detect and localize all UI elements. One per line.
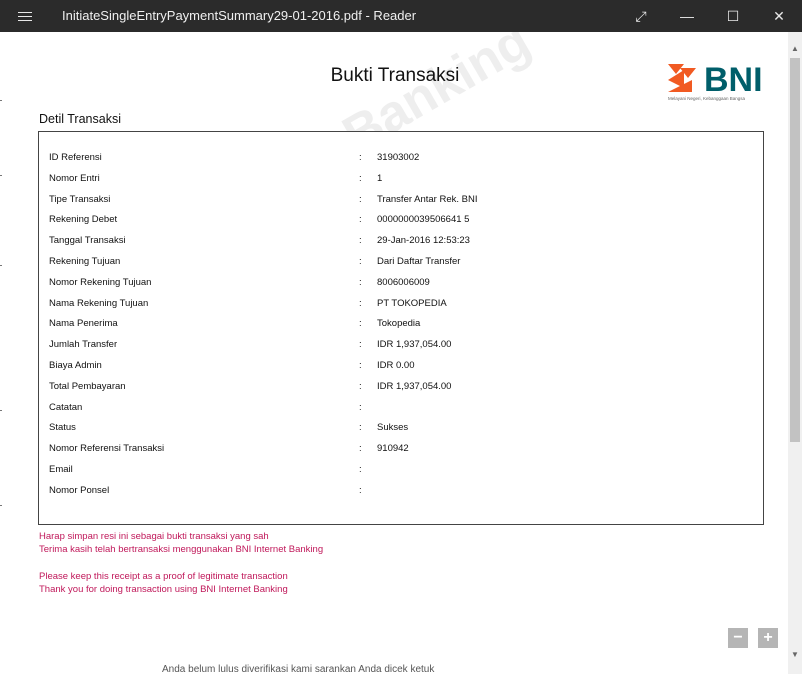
detail-separator: : <box>359 401 362 413</box>
transaction-detail-box: ID Referensi: 31903002 Nomor Entri: 1 Tipe T… <box>38 131 764 525</box>
detail-label: Tanggal Transaksi <box>49 235 126 247</box>
document-page: BNI Internet Banking Bukti Transaksi BNI… <box>2 32 788 674</box>
title-bar: InitiateSingleEntryPaymentSummary29-01-2… <box>0 0 802 32</box>
detail-label: Rekening Debet <box>49 214 118 226</box>
detail-value: 31903002 <box>377 152 420 163</box>
detail-row: Nomor Ponsel: <box>39 485 763 505</box>
detail-row: Tanggal Transaksi: 29-Jan-2016 12:53:23 <box>39 235 763 255</box>
window-title: InitiateSingleEntryPaymentSummary29-01-2… <box>62 8 417 23</box>
detail-separator: : <box>359 152 362 163</box>
detail-label: Status <box>49 422 76 434</box>
detail-label: Email <box>49 464 73 475</box>
detail-separator: : <box>359 380 362 392</box>
detail-row: Nomor Referensi Transaksi: 910942 <box>39 443 763 463</box>
detail-label: Biaya Admin <box>49 360 102 371</box>
detail-separator: : <box>359 256 362 267</box>
detail-separator: : <box>359 318 362 330</box>
detail-value: IDR 0.00 <box>377 360 415 371</box>
detail-value: 1 <box>377 172 383 184</box>
detail-label: Nomor Ponsel <box>49 484 110 496</box>
detail-row: Biaya Admin: IDR 0.00 <box>39 360 763 380</box>
detail-label: Nama Penerima <box>49 318 118 330</box>
detail-label: Nomor Referensi Transaksi <box>49 443 165 455</box>
detail-row: Jumlah Transfer: IDR 1,937,054.00 <box>39 339 763 359</box>
minimize-button[interactable]: — <box>664 0 710 32</box>
detail-separator: : <box>359 276 362 288</box>
notes: Harap simpan resi ini sebagai bukti tran… <box>39 530 323 596</box>
detail-separator: : <box>359 443 362 455</box>
detail-label: Rekening Tujuan <box>49 256 121 267</box>
scroll-up-icon[interactable]: ▲ <box>788 44 802 56</box>
detail-value: IDR 1,937,054.00 <box>377 380 452 392</box>
detail-separator: : <box>359 464 362 475</box>
detail-value: Sukses <box>377 422 409 434</box>
detail-label: Jumlah Transfer <box>49 339 118 351</box>
detail-row: Tipe Transaksi: Transfer Antar Rek. BNI <box>39 194 763 214</box>
detail-separator: : <box>359 297 362 309</box>
logo-mark-icon <box>668 64 696 92</box>
detail-row: Nama Rekening Tujuan: PT TOKOPEDIA <box>39 298 763 318</box>
detail-separator: : <box>359 235 362 247</box>
detail-row: Nomor Rekening Tujuan: 8006006009 <box>39 277 763 297</box>
detail-value: 910942 <box>377 443 409 455</box>
scroll-thumb[interactable] <box>790 58 800 442</box>
background-text: Anda belum lulus diverifikasi kami saran… <box>162 664 435 674</box>
detail-value: 29-Jan-2016 12:53:23 <box>377 235 470 247</box>
detail-value: Tokopedia <box>377 318 421 330</box>
note-line: Please keep this receipt as a proof of l… <box>39 571 288 582</box>
detail-label: Nomor Rekening Tujuan <box>49 276 152 288</box>
detail-value: PT TOKOPEDIA <box>377 297 447 309</box>
detail-label: ID Referensi <box>49 152 102 163</box>
scroll-down-icon[interactable]: ▼ <box>788 650 802 662</box>
detail-row: Nomor Entri: 1 <box>39 173 763 193</box>
note-line: Terima kasih telah bertransaksi mengguna… <box>39 544 324 555</box>
detail-row: Rekening Tujuan: Dari Daftar Transfer <box>39 256 763 276</box>
detail-separator: : <box>359 360 362 371</box>
note-line: Harap simpan resi ini sebagai bukti tran… <box>39 531 269 542</box>
detail-separator: : <box>359 339 362 351</box>
menu-icon[interactable] <box>14 9 36 23</box>
detail-separator: : <box>359 214 362 226</box>
detail-separator: : <box>359 172 362 184</box>
detail-row: Total Pembayaran: IDR 1,937,054.00 <box>39 381 763 401</box>
detail-row: Rekening Debet: 0000000039506641 5 <box>39 214 763 234</box>
detail-value: Transfer Antar Rek. BNI <box>377 193 478 205</box>
detail-value: 8006006009 <box>377 276 430 288</box>
logo-text: BNI <box>704 61 763 99</box>
logo-tagline: Melayani Negeri, Kebanggaan Bangsa <box>668 96 746 101</box>
maximize-button[interactable]: ☐ <box>710 0 756 32</box>
detail-label: Total Pembayaran <box>49 380 126 392</box>
section-label: Detil Transaksi <box>39 112 121 126</box>
detail-row: ID Referensi: 31903002 <box>39 152 763 172</box>
detail-value: 0000000039506641 5 <box>377 214 470 226</box>
expand-icon[interactable]: ⤢ <box>618 0 664 32</box>
vertical-scrollbar[interactable]: ▲ ▼ <box>788 32 802 674</box>
detail-row: Status: Sukses <box>39 422 763 442</box>
detail-separator: : <box>359 422 362 434</box>
detail-row: Nama Penerima: Tokopedia <box>39 318 763 338</box>
zoom-in-button[interactable]: + <box>758 628 778 648</box>
detail-separator: : <box>359 193 362 205</box>
detail-label: Nomor Entri <box>49 172 100 184</box>
note-line: Thank you for doing transaction using BN… <box>39 584 288 595</box>
detail-value: Dari Daftar Transfer <box>377 256 461 267</box>
detail-row: Email: <box>39 464 763 484</box>
detail-value: IDR 1,937,054.00 <box>377 339 452 351</box>
detail-label: Tipe Transaksi <box>49 193 111 205</box>
detail-separator: : <box>359 484 362 496</box>
bni-logo: BNI Melayani Negeri, Kebanggaan Bangsa <box>666 58 776 102</box>
detail-row: Catatan: <box>39 402 763 422</box>
detail-label: Catatan <box>49 401 83 413</box>
close-button[interactable]: ✕ <box>756 0 802 32</box>
zoom-out-button[interactable]: − <box>728 628 748 648</box>
detail-label: Nama Rekening Tujuan <box>49 297 149 309</box>
